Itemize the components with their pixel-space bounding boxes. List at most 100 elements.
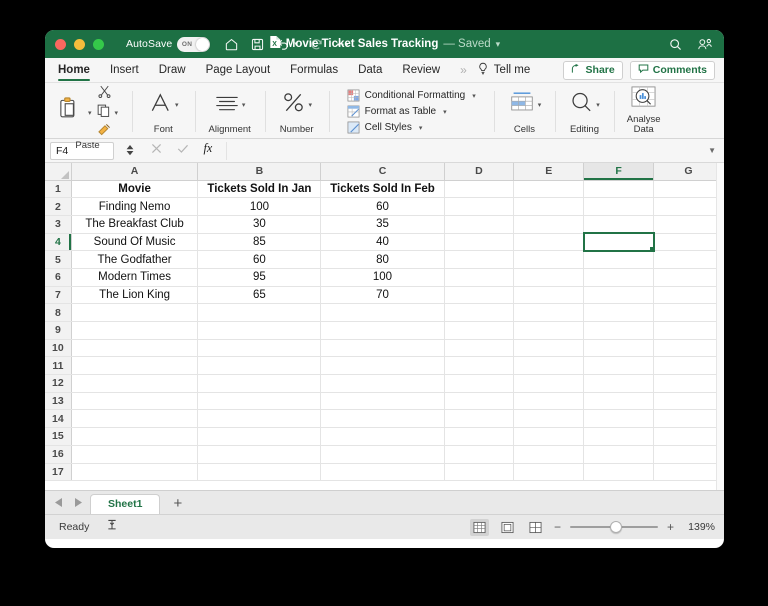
cell-A17[interactable] — [71, 463, 198, 481]
zoom-slider-handle[interactable] — [610, 521, 622, 533]
spreadsheet-grid[interactable]: A B C D E F G 1MovieTickets Sold In JanT… — [45, 163, 724, 490]
cell-A14[interactable] — [71, 410, 198, 428]
cell-F8[interactable] — [584, 304, 654, 322]
conditional-formatting-button[interactable]: Conditional Formatting ▾ — [347, 89, 476, 102]
copy-icon[interactable] — [97, 104, 111, 122]
cell-E7[interactable] — [514, 286, 584, 304]
cell-B9[interactable] — [198, 322, 321, 340]
add-sheet-button[interactable]: + — [160, 495, 195, 514]
row-header-13[interactable]: 13 — [45, 392, 71, 410]
tell-me-search[interactable]: Tell me — [477, 62, 530, 78]
cell-C3[interactable]: 35 — [321, 215, 444, 233]
cell-G12[interactable] — [654, 375, 724, 393]
row-header-3[interactable]: 3 — [45, 215, 71, 233]
column-header-c[interactable]: C — [321, 163, 444, 180]
cell-B1[interactable]: Tickets Sold In Jan — [198, 180, 321, 198]
zoom-level-label[interactable]: 139% — [683, 521, 715, 533]
maximize-window-button[interactable] — [93, 39, 104, 50]
cell-G5[interactable] — [654, 251, 724, 269]
cell-B16[interactable] — [198, 445, 321, 463]
cell-G7[interactable] — [654, 286, 724, 304]
column-header-f[interactable]: F — [584, 163, 654, 180]
cell-A16[interactable] — [71, 445, 198, 463]
tab-formulas[interactable]: Formulas — [290, 58, 338, 83]
cell-E14[interactable] — [514, 410, 584, 428]
cell-B2[interactable]: 100 — [198, 198, 321, 216]
cell-B13[interactable] — [198, 392, 321, 410]
cell-G6[interactable] — [654, 268, 724, 286]
cell-A2[interactable]: Finding Nemo — [71, 198, 198, 216]
cell-D8[interactable] — [444, 304, 514, 322]
row-header-12[interactable]: 12 — [45, 375, 71, 393]
cell-A4[interactable]: Sound Of Music — [71, 233, 198, 251]
cell-E6[interactable] — [514, 268, 584, 286]
cell-A3[interactable]: The Breakfast Club — [71, 215, 198, 233]
collaborate-icon[interactable] — [697, 37, 713, 52]
close-window-button[interactable] — [55, 39, 66, 50]
cell-E16[interactable] — [514, 445, 584, 463]
cell-F10[interactable] — [584, 339, 654, 357]
row-header-17[interactable]: 17 — [45, 463, 71, 481]
cell-E12[interactable] — [514, 375, 584, 393]
cell-C12[interactable] — [321, 375, 444, 393]
cell-D5[interactable] — [444, 251, 514, 269]
format-painter-icon[interactable] — [97, 123, 119, 141]
select-all-corner[interactable] — [45, 163, 71, 180]
row-header-2[interactable]: 2 — [45, 198, 71, 216]
cell-B5[interactable]: 60 — [198, 251, 321, 269]
number-chevron-down-icon[interactable]: ▾ — [308, 101, 312, 109]
cell-F2[interactable] — [584, 198, 654, 216]
column-header-e[interactable]: E — [514, 163, 584, 180]
cell-F11[interactable] — [584, 357, 654, 375]
cell-F16[interactable] — [584, 445, 654, 463]
cell-G2[interactable] — [654, 198, 724, 216]
cell-B17[interactable] — [198, 463, 321, 481]
cell-F6[interactable] — [584, 268, 654, 286]
cell-E1[interactable] — [514, 180, 584, 198]
cell-G1[interactable] — [654, 180, 724, 198]
confirm-icon[interactable] — [176, 142, 190, 160]
autosave-control[interactable]: AutoSave ON — [126, 37, 210, 52]
page-break-icon[interactable] — [526, 519, 545, 536]
ribbon-group-font[interactable]: ▾ Font — [132, 85, 195, 138]
row-header-6[interactable]: 6 — [45, 268, 71, 286]
cell-F15[interactable] — [584, 428, 654, 446]
cell-G10[interactable] — [654, 339, 724, 357]
cell-C9[interactable] — [321, 322, 444, 340]
cell-E5[interactable] — [514, 251, 584, 269]
cell-F7[interactable] — [584, 286, 654, 304]
cell-F14[interactable] — [584, 410, 654, 428]
cell-F3[interactable] — [584, 215, 654, 233]
paste-chevron-down-icon[interactable]: ▾ — [88, 109, 92, 117]
cell-G17[interactable] — [654, 463, 724, 481]
tab-page-layout[interactable]: Page Layout — [206, 58, 271, 83]
cell-E4[interactable] — [514, 233, 584, 251]
formula-input[interactable] — [226, 142, 704, 160]
cell-D11[interactable] — [444, 357, 514, 375]
vertical-scrollbar[interactable] — [716, 163, 724, 490]
clipboard-icon[interactable] — [57, 96, 84, 130]
cell-B7[interactable]: 65 — [198, 286, 321, 304]
home-icon[interactable] — [224, 37, 239, 52]
row-header-8[interactable]: 8 — [45, 304, 71, 322]
cancel-icon[interactable] — [150, 142, 163, 160]
cell-A9[interactable] — [71, 322, 198, 340]
cell-A1[interactable]: Movie — [71, 180, 198, 198]
cell-G3[interactable] — [654, 215, 724, 233]
row-header-7[interactable]: 7 — [45, 286, 71, 304]
cell-F9[interactable] — [584, 322, 654, 340]
minimize-window-button[interactable] — [74, 39, 85, 50]
tab-review[interactable]: Review — [402, 58, 440, 83]
name-box-stepper[interactable] — [126, 145, 134, 156]
cell-F12[interactable] — [584, 375, 654, 393]
row-header-10[interactable]: 10 — [45, 339, 71, 357]
row-header-4[interactable]: 4 — [45, 233, 71, 251]
cell-styles-button[interactable]: Cell Styles ▾ — [347, 121, 476, 134]
row-header-15[interactable]: 15 — [45, 428, 71, 446]
cell-B4[interactable]: 85 — [198, 233, 321, 251]
cell-C10[interactable] — [321, 339, 444, 357]
cell-D6[interactable] — [444, 268, 514, 286]
column-header-b[interactable]: B — [198, 163, 321, 180]
cell-D14[interactable] — [444, 410, 514, 428]
ribbon-group-editing[interactable]: ▾ Editing — [555, 85, 614, 138]
